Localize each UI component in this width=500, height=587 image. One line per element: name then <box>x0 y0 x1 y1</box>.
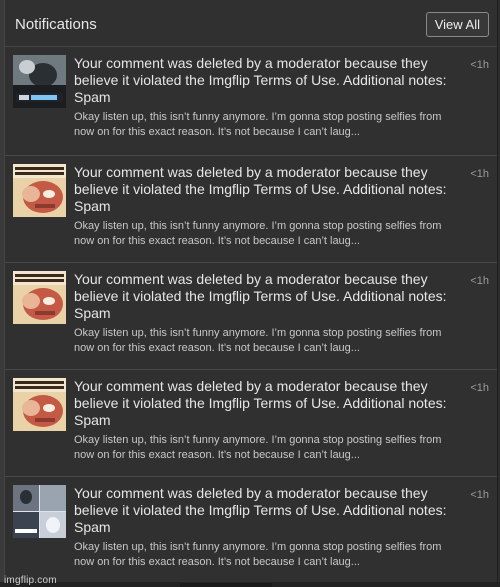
notifications-panel: Notifications View All Your comment was … <box>4 0 498 583</box>
notification-time: <1h <box>470 489 489 501</box>
watermark-text: imgflip.com <box>4 575 57 586</box>
notification-message: Your comment was deleted by a moderator … <box>74 378 447 428</box>
comment-preview: Okay listen up, this isn’t funny anymore… <box>74 111 442 138</box>
meme-thumbnail-icon[interactable] <box>13 55 66 108</box>
notification-message: Your comment was deleted by a moderator … <box>74 485 447 535</box>
view-all-button[interactable]: View All <box>425 12 489 37</box>
notification-time: <1h <box>470 382 489 394</box>
notification-time: <1h <box>470 275 489 287</box>
notifications-header: Notifications View All <box>5 0 497 47</box>
notification-item[interactable]: Your comment was deleted by a moderator … <box>5 369 497 476</box>
panel-title: Notifications <box>15 16 97 33</box>
comment-preview: Okay listen up, this isn’t funny anymore… <box>74 220 442 247</box>
comment-preview: Okay listen up, this isn’t funny anymore… <box>74 541 442 568</box>
meme-thumbnail-icon[interactable] <box>13 378 66 431</box>
background-edge <box>180 583 272 587</box>
notification-item[interactable]: Your comment was deleted by a moderator … <box>5 47 497 155</box>
notification-item[interactable]: Your comment was deleted by a moderator … <box>5 155 497 262</box>
notification-time: <1h <box>470 168 489 180</box>
notification-list: Your comment was deleted by a moderator … <box>5 47 497 583</box>
meme-thumbnail-icon[interactable] <box>13 271 66 324</box>
notification-message: Your comment was deleted by a moderator … <box>74 55 447 105</box>
meme-thumbnail-icon[interactable] <box>13 485 66 538</box>
notification-message: Your comment was deleted by a moderator … <box>74 164 447 214</box>
notification-message: Your comment was deleted by a moderator … <box>74 271 447 321</box>
comment-preview: Okay listen up, this isn’t funny anymore… <box>74 327 442 354</box>
page: Notifications View All Your comment was … <box>0 0 500 587</box>
notification-item[interactable]: Your comment was deleted by a moderator … <box>5 476 497 583</box>
notification-time: <1h <box>470 59 489 71</box>
notification-item[interactable]: Your comment was deleted by a moderator … <box>5 262 497 369</box>
comment-preview: Okay listen up, this isn’t funny anymore… <box>74 434 442 461</box>
meme-thumbnail-icon[interactable] <box>13 164 66 217</box>
